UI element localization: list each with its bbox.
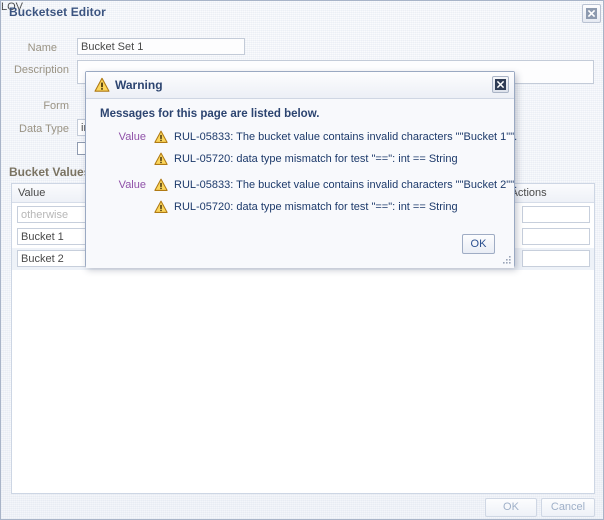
close-icon[interactable] (492, 76, 509, 93)
data-type-label: Data Type (19, 123, 69, 135)
dialog-body: Messages for this page are listed below.… (86, 99, 518, 268)
message-text: RUL-05720: data type mismatch for test "… (174, 153, 458, 165)
warning-triangle-icon (154, 130, 168, 144)
page-title: Bucketset Editor (9, 5, 106, 19)
message-group-label: Value (118, 131, 146, 143)
message-text: RUL-05833: The bucket value contains inv… (174, 131, 518, 143)
row-range-input[interactable] (522, 228, 590, 245)
name-label: Name (27, 42, 57, 54)
dialog-titlebar[interactable]: Warning (86, 72, 514, 99)
warning-triangle-icon (154, 200, 168, 214)
warning-dialog: Warning Messages for this page are liste… (85, 71, 518, 268)
warning-triangle-icon (154, 152, 168, 166)
dialog-title: Warning (115, 78, 163, 92)
window-titlebar: Bucketset Editor (1, 1, 604, 25)
row-range-input[interactable] (522, 250, 590, 267)
form-label: Form (43, 100, 69, 112)
ok-button[interactable]: OK (485, 498, 537, 517)
close-icon[interactable] (582, 4, 601, 23)
bucket-values-heading: Bucket Values (9, 165, 91, 179)
column-header-value[interactable]: Value (18, 187, 45, 199)
cancel-button[interactable]: Cancel (541, 498, 595, 517)
row-range-input[interactable] (522, 206, 590, 223)
dialog-ok-button[interactable]: OK (462, 234, 495, 254)
message-text: RUL-05720: data type mismatch for test "… (174, 201, 458, 213)
bucketset-editor-window: Bucketset Editor Name Description Form L… (0, 0, 604, 520)
dialog-heading: Messages for this page are listed below. (100, 108, 320, 120)
name-input[interactable] (77, 38, 245, 55)
message-group-label: Value (118, 179, 146, 191)
warning-triangle-icon (94, 77, 110, 93)
message-text: RUL-05833: The bucket value contains inv… (174, 179, 518, 191)
resize-grip-icon[interactable] (501, 255, 512, 266)
description-label: Description (13, 64, 69, 76)
warning-triangle-icon (154, 178, 168, 192)
